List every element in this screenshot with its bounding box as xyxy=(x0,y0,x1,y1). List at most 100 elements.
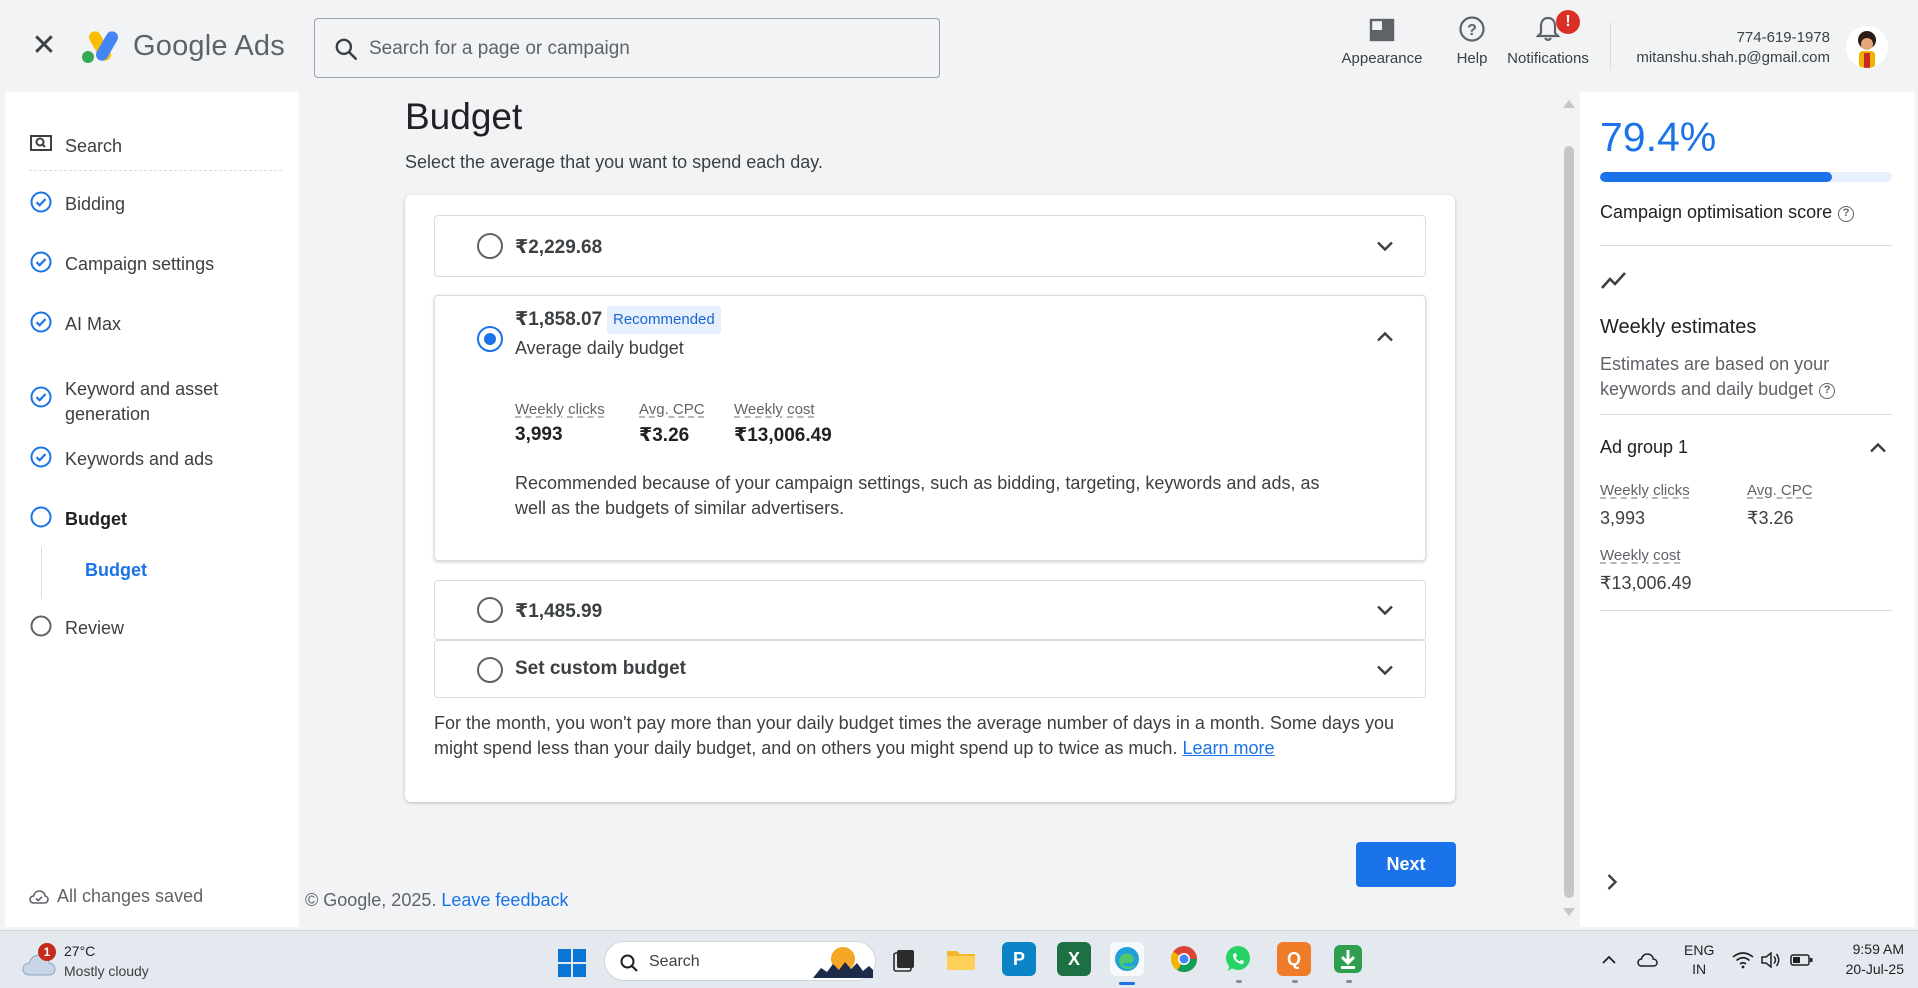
score-progress-fill xyxy=(1600,172,1832,182)
learn-more-link[interactable]: Learn more xyxy=(1182,738,1274,758)
chevron-up-icon[interactable] xyxy=(1866,436,1890,460)
stat-label[interactable]: Avg. CPC xyxy=(639,401,705,418)
recommendation-reason: Recommended because of your campaign set… xyxy=(515,473,1320,518)
avatar-image xyxy=(1846,26,1888,68)
edge-icon xyxy=(1115,947,1139,971)
check-circle-icon xyxy=(30,191,52,213)
appearance-icon xyxy=(1369,18,1395,42)
download-icon xyxy=(1334,945,1362,973)
page-search[interactable] xyxy=(314,18,940,78)
recommended-badge: Recommended xyxy=(607,306,721,334)
notifications-button[interactable]: ! Notifications xyxy=(1498,10,1598,67)
search-icon xyxy=(335,38,358,61)
nav-sub-indicator xyxy=(41,547,42,599)
score-label-text: Campaign optimisation score xyxy=(1600,202,1833,222)
radio-button[interactable] xyxy=(477,657,503,683)
check-circle-icon xyxy=(30,251,52,273)
leave-feedback-link[interactable]: Leave feedback xyxy=(441,890,568,910)
weekly-cost-value: ₹13,006.49 xyxy=(1600,573,1692,593)
notification-badge: ! xyxy=(1556,10,1580,34)
empty-circle-icon xyxy=(30,615,52,637)
task-view-icon xyxy=(893,950,914,972)
nav-item-label: Review xyxy=(65,618,125,638)
clock-time: 9:59 AM xyxy=(1852,941,1904,957)
estimates-description: Estimates are based on your keywords and… xyxy=(1600,352,1850,402)
close-icon[interactable]: ✕ xyxy=(30,31,58,61)
stat-value: 3,993 xyxy=(515,424,563,445)
chevron-right-icon[interactable] xyxy=(1600,870,1624,894)
chevron-down-icon[interactable] xyxy=(1373,234,1397,258)
weekly-clicks-label[interactable]: Weekly clicks xyxy=(1600,482,1690,499)
taskbar-search[interactable]: Search xyxy=(604,941,876,981)
stat-label[interactable]: Weekly cost xyxy=(734,401,815,418)
avg-cpc-label[interactable]: Avg. CPC xyxy=(1747,482,1813,499)
clock-date: 20-Jul-25 xyxy=(1845,961,1904,977)
help-label: Help xyxy=(1456,50,1488,67)
account-info[interactable]: 774-619-1978 mitanshu.shah.p@gmail.com xyxy=(1636,28,1830,68)
budget-option[interactable]: ₹2,229.68 xyxy=(434,215,1426,277)
volume-icon[interactable] xyxy=(1760,951,1782,969)
search-input[interactable] xyxy=(369,35,909,63)
weekly-clicks-value: 3,993 xyxy=(1600,508,1646,528)
budget-amount: Set custom budget xyxy=(515,658,687,679)
whatsapp-icon xyxy=(1226,946,1250,971)
nav-item-label: AI Max xyxy=(65,314,122,334)
nav-item-label: Keywords and ads xyxy=(65,449,214,469)
taskbar-file-explorer[interactable] xyxy=(944,942,978,976)
taskbar-downloader[interactable] xyxy=(1331,942,1365,976)
panel-divider xyxy=(1600,245,1892,246)
taskbar-whatsapp[interactable] xyxy=(1221,942,1255,976)
score-label: Campaign optimisation score? xyxy=(1600,202,1855,223)
battery-icon[interactable] xyxy=(1790,951,1814,969)
chevron-down-icon[interactable] xyxy=(1373,658,1397,682)
budget-amount: ₹1,858.07 xyxy=(515,309,603,330)
help-icon[interactable]: ? xyxy=(1838,206,1855,222)
weather-widget[interactable]: 1 27°C Mostly cloudy xyxy=(22,941,182,981)
custom-budget-option[interactable]: Set custom budget xyxy=(434,640,1426,698)
appearance-button[interactable]: Appearance xyxy=(1334,14,1430,67)
app-running-dot xyxy=(1346,980,1352,983)
tray-overflow-chevron-icon[interactable] xyxy=(1600,951,1618,969)
panel-divider xyxy=(1600,610,1892,611)
app-running-dot xyxy=(1236,980,1242,983)
nav-search-label: Search xyxy=(65,136,123,156)
nav-item-label: Budget xyxy=(65,509,127,529)
taskbar-app-p[interactable]: P xyxy=(1002,942,1036,976)
trending-up-icon xyxy=(1601,272,1626,289)
system-clock[interactable]: 9:59 AM 20-Jul-25 xyxy=(1832,939,1904,979)
weekly-cost-label[interactable]: Weekly cost xyxy=(1600,547,1681,564)
windows-start-icon[interactable] xyxy=(557,948,587,978)
save-status: All changes saved xyxy=(29,886,203,907)
main-scrollbar[interactable] xyxy=(1563,96,1575,924)
help-icon[interactable]: ? xyxy=(1819,383,1836,399)
stat-value: ₹3.26 xyxy=(639,425,690,446)
right-panel: 79.4% Campaign optimisation score? Weekl… xyxy=(1580,92,1915,927)
next-button[interactable]: Next xyxy=(1356,842,1456,887)
radio-button-selected[interactable] xyxy=(477,326,503,352)
onedrive-cloud-icon[interactable] xyxy=(1636,951,1660,969)
help-button[interactable]: ? Help xyxy=(1442,14,1502,67)
radio-button[interactable] xyxy=(477,233,503,259)
chevron-down-icon[interactable] xyxy=(1373,598,1397,622)
budget-option[interactable]: ₹1,485.99 xyxy=(434,580,1426,640)
input-language[interactable]: ENG IN xyxy=(1684,941,1714,979)
nav-subitem-budget[interactable]: Budget xyxy=(85,560,147,581)
avatar[interactable] xyxy=(1846,26,1888,68)
taskbar-chrome[interactable] xyxy=(1167,942,1201,976)
taskbar-edge[interactable] xyxy=(1110,942,1144,985)
scroll-thumb[interactable] xyxy=(1564,146,1574,898)
wifi-icon[interactable] xyxy=(1732,951,1754,969)
header-divider xyxy=(1610,22,1611,70)
language-code: ENG xyxy=(1684,942,1715,958)
scroll-up-arrow[interactable] xyxy=(1563,100,1575,108)
stat-label[interactable]: Weekly clicks xyxy=(515,401,605,418)
optimisation-score: 79.4% xyxy=(1600,114,1717,160)
taskbar-app-q[interactable]: Q xyxy=(1277,942,1311,976)
budget-option-recommended[interactable]: ₹1,858.07 Recommended Average daily budg… xyxy=(434,295,1426,561)
taskbar-task-view[interactable] xyxy=(888,942,922,976)
scroll-down-arrow[interactable] xyxy=(1563,908,1575,916)
radio-button[interactable] xyxy=(477,597,503,623)
taskbar-excel[interactable]: X xyxy=(1057,942,1091,976)
chevron-up-icon[interactable] xyxy=(1373,325,1397,349)
excel-icon: X xyxy=(1057,942,1091,976)
